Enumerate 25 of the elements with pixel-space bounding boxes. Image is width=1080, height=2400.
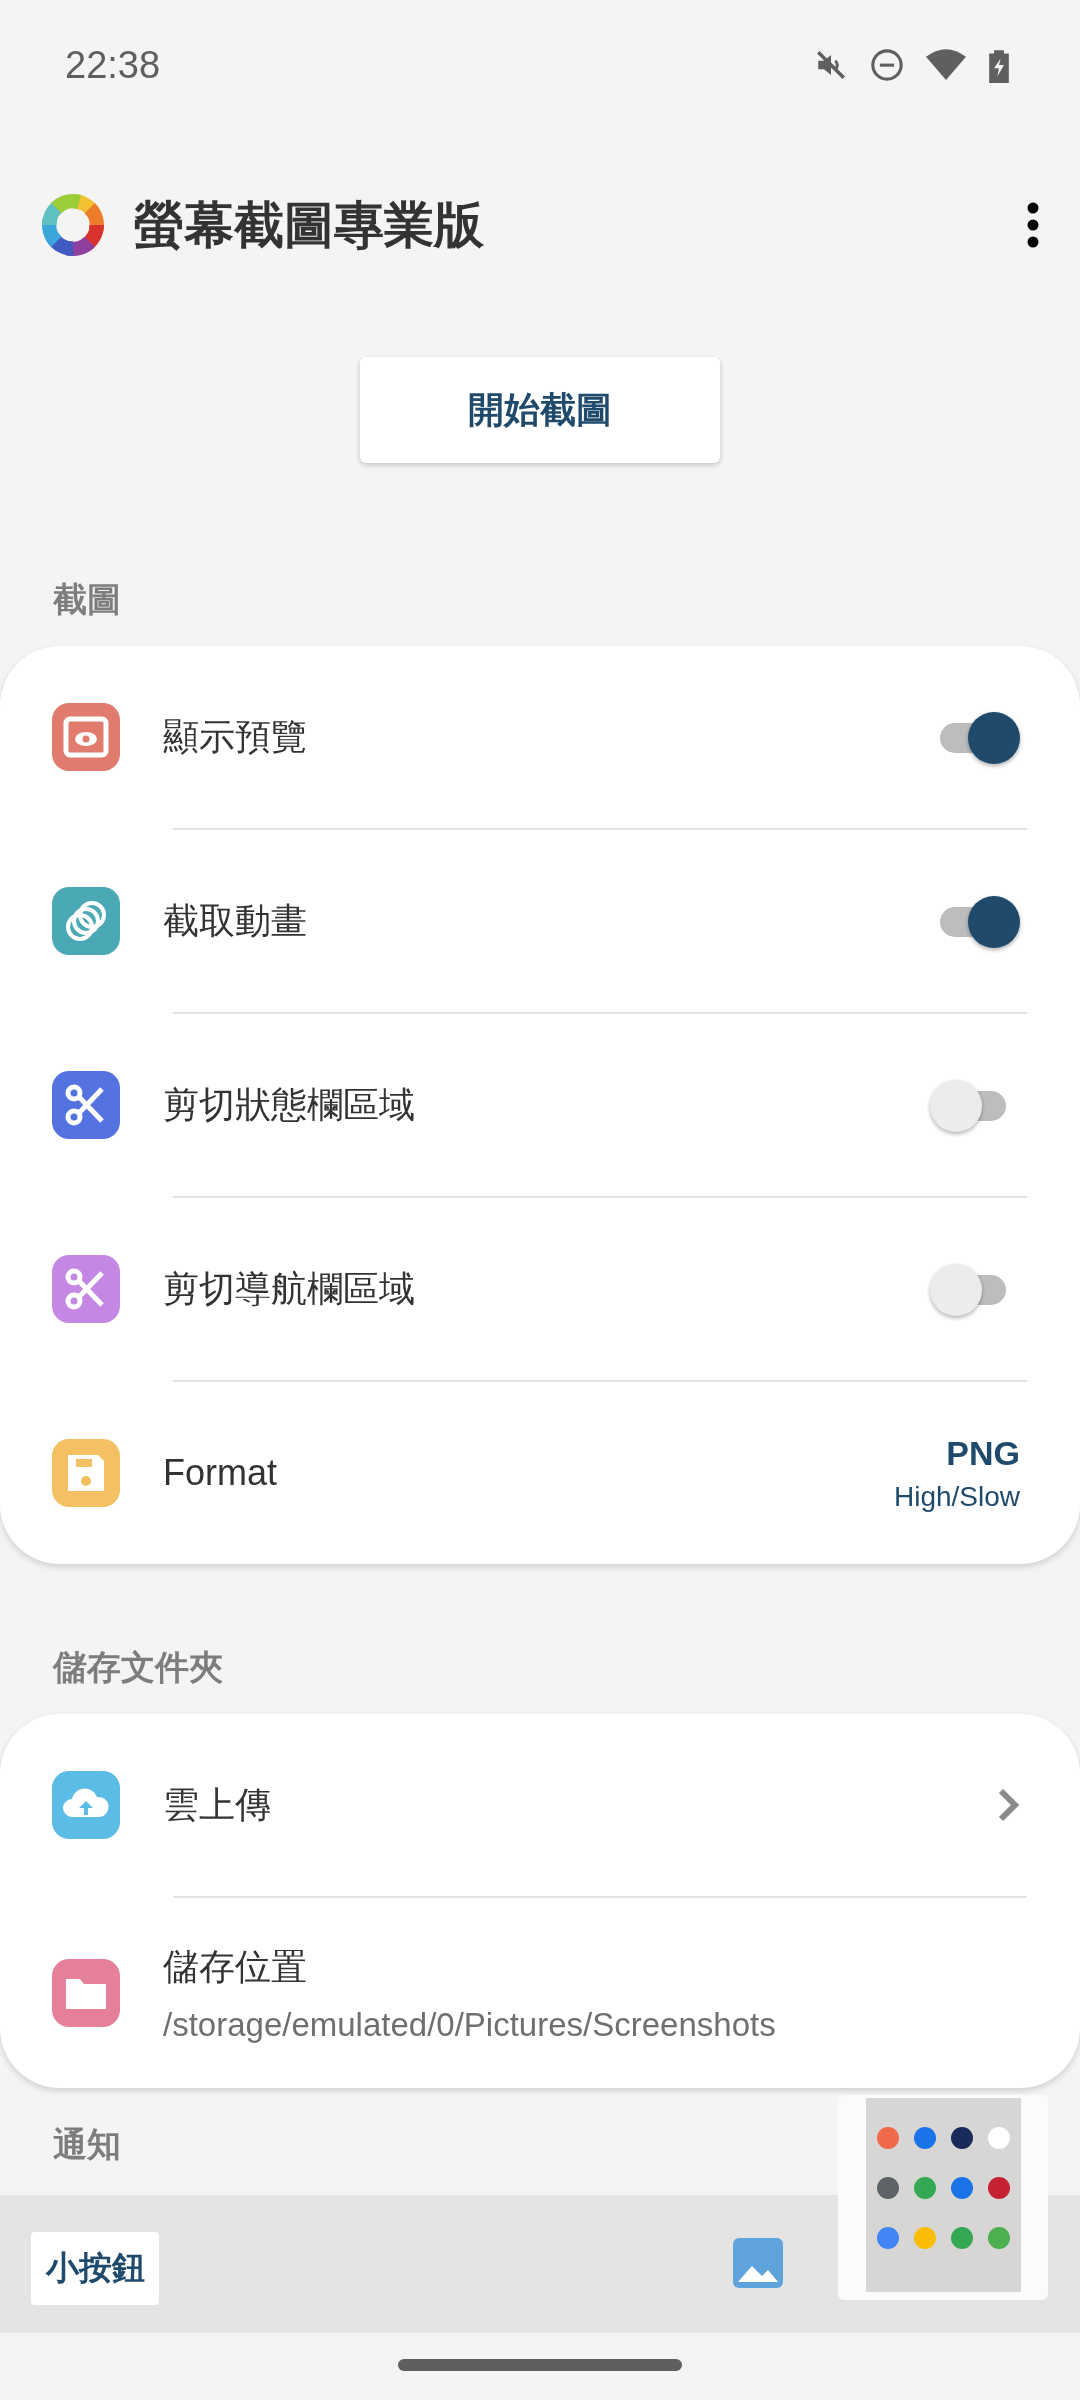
app-logo: [40, 192, 106, 258]
start-screenshot-button[interactable]: 開始截圖: [360, 357, 720, 463]
battery-icon: [988, 47, 1010, 83]
clock: 22:38: [65, 43, 162, 87]
gallery-icon[interactable]: [733, 2238, 783, 2288]
format-detail: High/Slow: [893, 1480, 1020, 1513]
do-not-disturb-icon: [870, 48, 904, 82]
setting-label: 雲上傳: [163, 1782, 272, 1827]
chevron-right-icon: [998, 1788, 1020, 1822]
storage-path: /storage/emulated/0/Pictures/Screenshots: [163, 2005, 777, 2044]
wifi-icon: [926, 48, 966, 82]
setting-label: 剪切狀態欄區域: [163, 1082, 416, 1127]
mute-icon: [814, 48, 848, 82]
setting-label: 顯示預覽: [163, 714, 308, 759]
menu-icon: [1026, 202, 1040, 248]
app-title: 螢幕截圖專業版: [134, 195, 485, 255]
format-value: PNG: [946, 1433, 1020, 1473]
setting-label: 截取動畫: [163, 898, 308, 943]
section-header: 通知: [52, 2124, 122, 2165]
section-header: 截圖: [52, 579, 122, 620]
setting-label: Format: [163, 1452, 278, 1494]
setting-label: 剪切導航欄區域: [163, 1266, 416, 1311]
setting-label: 儲存位置: [163, 1944, 308, 1989]
section-header: 儲存文件夾: [51, 1647, 224, 1688]
floating-button[interactable]: 小按鈕: [31, 2232, 159, 2305]
